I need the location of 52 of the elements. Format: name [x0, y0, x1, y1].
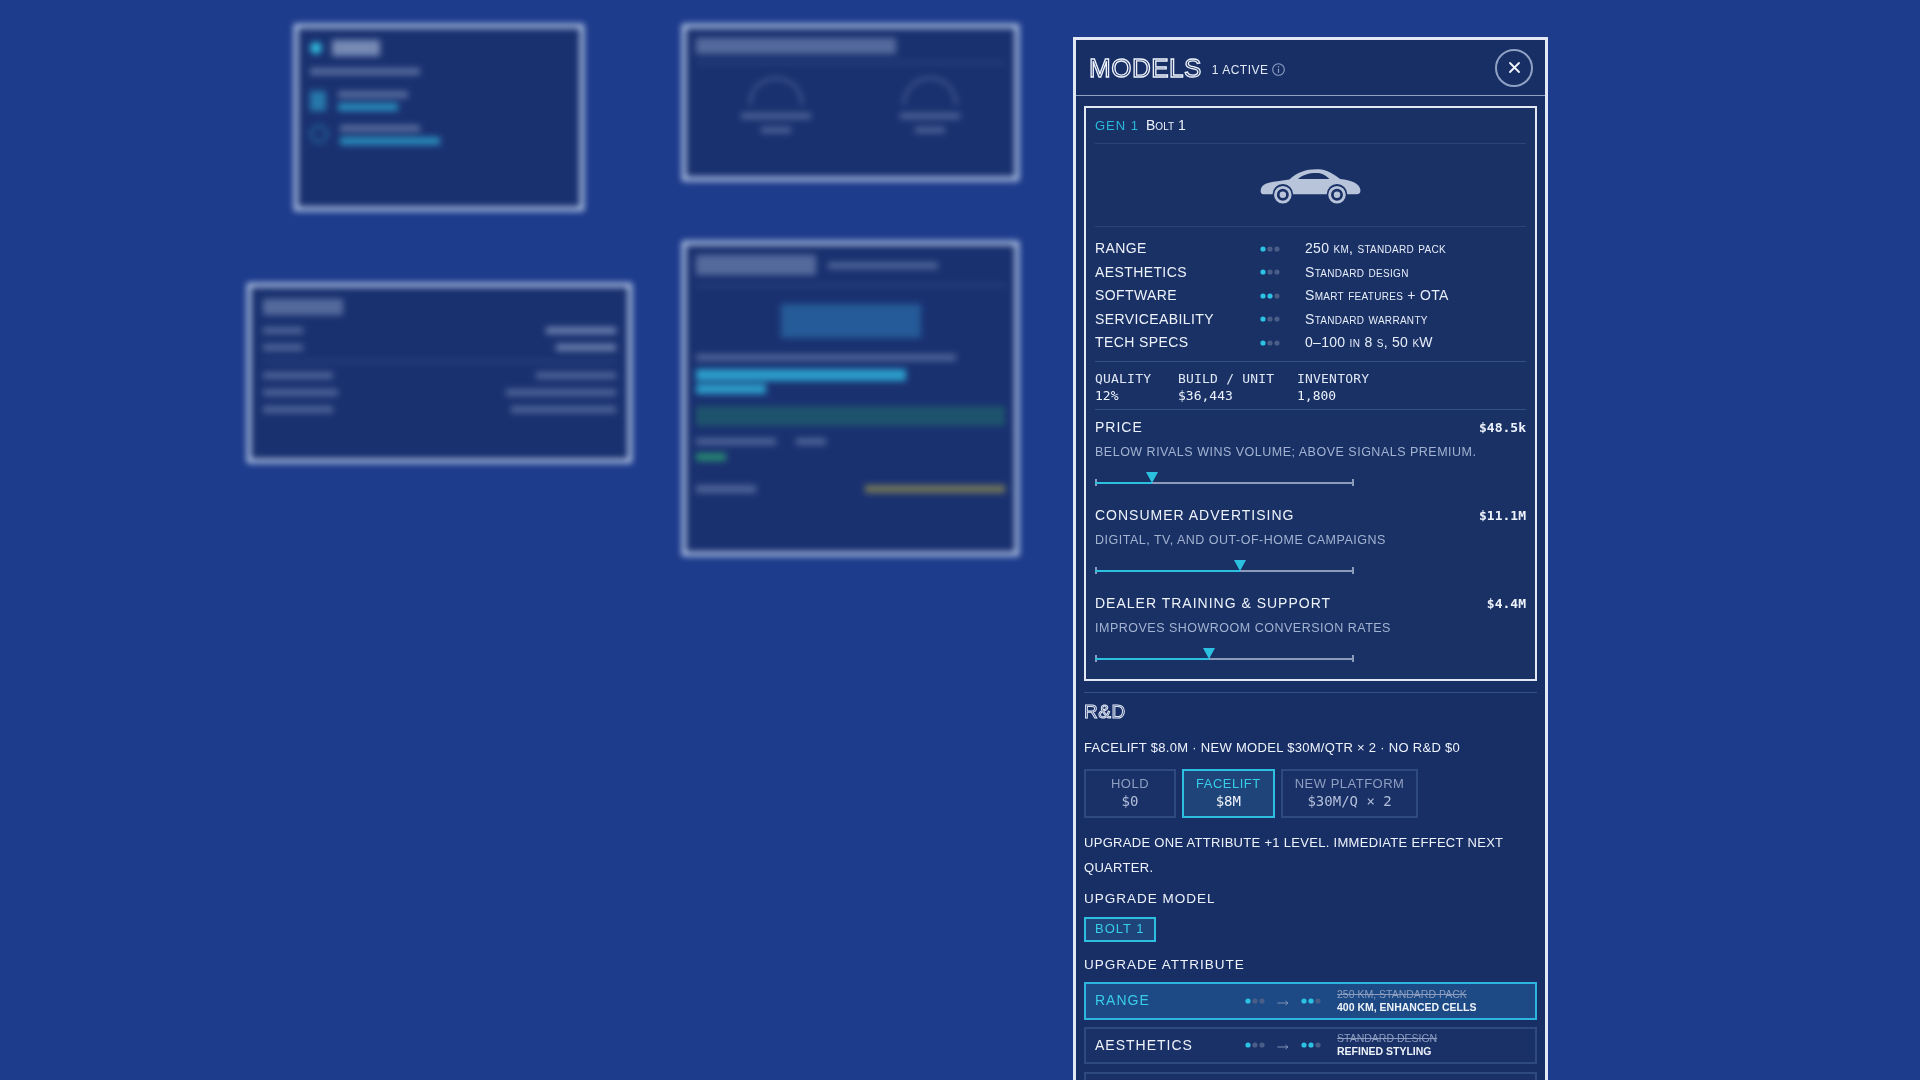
- slider-track[interactable]: [1095, 647, 1354, 662]
- close-button[interactable]: [1495, 48, 1533, 87]
- active-count: 1 ACTIVE: [1211, 61, 1269, 79]
- stat-value: 12%: [1095, 386, 1119, 404]
- budget-description: IMPROVES SHOWROOM CONVERSION RATES: [1095, 619, 1392, 637]
- section-label: UPGRADE MODEL: [1084, 889, 1217, 908]
- budget-value: $11.1M: [1479, 506, 1526, 525]
- option-button[interactable]: HOLD $0: [1084, 768, 1176, 818]
- arrow-icon: [1277, 999, 1289, 1006]
- attribute-label: SERVICEABILITY: [1095, 309, 1215, 329]
- panel-title: MODELS: [1089, 54, 1202, 81]
- stat-label: BUILD / UNIT: [1178, 369, 1275, 387]
- attribute-value: Standard warranty: [1305, 309, 1429, 329]
- stat-label: QUALITY: [1095, 369, 1152, 387]
- attribute-value: Standard design: [1305, 262, 1410, 282]
- budget-value: $48.5k: [1479, 418, 1526, 437]
- attribute-value: 250 km, standard pack: [1305, 239, 1447, 259]
- model-name: Bolt 1: [1146, 116, 1186, 135]
- slider-thumb[interactable]: [1202, 647, 1215, 659]
- upgrade-note: UPGRADE ONE ATTRIBUTE +1 LEVEL. IMMEDIATE EFFECT NEXT QUARTER.: [1084, 833, 1505, 877]
- section-label: UPGRADE ATTRIBUTE: [1084, 955, 1246, 974]
- budget-description: DIGITAL, TV, AND OUT-OF-HOME CAMPAIGNS: [1095, 531, 1387, 549]
- budget-label: PRICE: [1095, 418, 1143, 437]
- attribute-value: 0–100 in 8 s, 50 kW: [1305, 333, 1434, 353]
- stat-label: INVENTORY: [1297, 369, 1370, 387]
- slider-thumb[interactable]: [1234, 559, 1247, 571]
- attribute-label: SOFTWARE: [1095, 286, 1178, 306]
- cost-summary: FACELIFT $8.0M · NEW MODEL $30M/QTR × 2 · NO R&D $0: [1084, 738, 1462, 757]
- section-title: R&D: [1084, 700, 1127, 723]
- attribute-row[interactable]: AESTHETICS STANDARD DESIGN REFINED STYLING: [1084, 1026, 1537, 1064]
- arrow-icon: [1277, 1044, 1289, 1050]
- slider-track[interactable]: [1095, 559, 1354, 574]
- budget-label: CONSUMER ADVERTISING: [1095, 506, 1295, 525]
- attribute-row[interactable]: RANGE 250 KM, STANDARD PACK 400 KM, ENHANCED CELLS: [1084, 981, 1537, 1020]
- stat-value: $36,443: [1178, 386, 1233, 404]
- info-icon: [1271, 63, 1285, 76]
- budget-value: $4.4M: [1486, 594, 1526, 613]
- attribute-label: AESTHETICS: [1095, 262, 1188, 282]
- stat-value: 1,800: [1297, 386, 1337, 404]
- slider-thumb[interactable]: [1145, 471, 1158, 483]
- budget-description: BELOW RIVALS WINS VOLUME; ABOVE SIGNALS PREMIUM.: [1095, 443, 1478, 461]
- option-button[interactable]: FACELIFT $8M: [1182, 768, 1275, 818]
- option-button[interactable]: NEW PLATFORM $30M/Q × 2: [1280, 768, 1419, 818]
- attribute-value: Smart features + OTA: [1305, 286, 1450, 306]
- slider-track[interactable]: [1095, 471, 1354, 486]
- generation-label: GEN 1: [1095, 117, 1139, 135]
- model-chip[interactable]: BOLT 1: [1084, 916, 1156, 942]
- car-icon: [1258, 166, 1363, 204]
- attribute-label: RANGE: [1095, 239, 1148, 259]
- budget-label: DEALER TRAINING & SUPPORT: [1095, 594, 1332, 613]
- close-icon[interactable]: [1508, 62, 1520, 73]
- attribute-label: TECH SPECS: [1095, 333, 1190, 353]
